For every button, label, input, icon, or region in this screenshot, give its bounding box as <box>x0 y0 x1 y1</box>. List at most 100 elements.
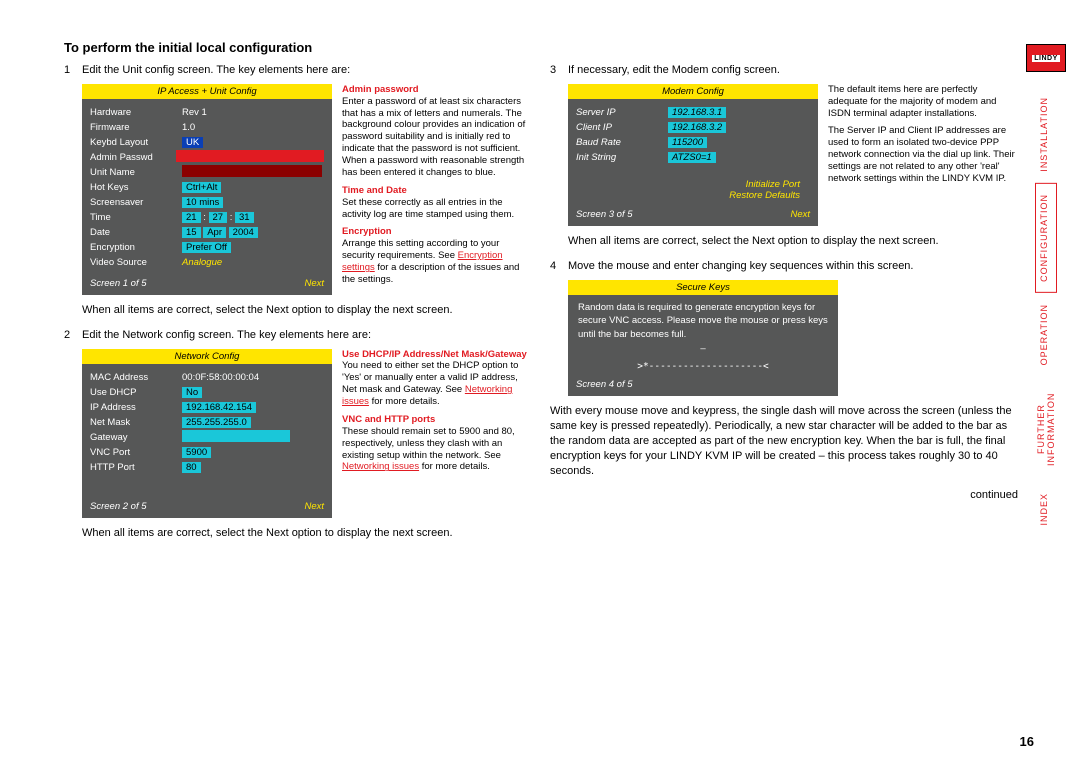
ip-label: IP Address <box>90 402 182 413</box>
unit-footer-left: Screen 1 of 5 <box>90 278 147 289</box>
baud-rate-label: Baud Rate <box>576 137 668 148</box>
mask-label: Net Mask <box>90 417 182 428</box>
step-3-after: When all items are correct, select the N… <box>568 234 1018 249</box>
tab-operation[interactable]: OPERATION <box>1035 293 1057 376</box>
gateway-label: Gateway <box>90 432 182 443</box>
step-number: 4 <box>550 259 568 274</box>
screensaver-value[interactable]: 10 mins <box>182 197 223 208</box>
unit-config-screen: IP Access + Unit Config HardwareRev 1 Fi… <box>82 84 332 295</box>
step-2-text: Edit the Network config screen. The key … <box>82 328 532 343</box>
tab-installation[interactable]: INSTALLATION <box>1035 86 1057 183</box>
page-title: To perform the initial local configurati… <box>64 40 1030 55</box>
lindy-logo: LINDY <box>1026 44 1066 72</box>
ip-value[interactable]: 192.168.42.154 <box>182 402 256 413</box>
baud-rate-value[interactable]: 115200 <box>668 137 707 148</box>
time-min[interactable]: 27 <box>209 212 228 223</box>
time-sec[interactable]: 31 <box>235 212 254 223</box>
admin-password-heading: Admin password <box>342 84 532 96</box>
restore-defaults-option[interactable]: Restore Defaults <box>576 190 810 201</box>
init-string-label: Init String <box>576 152 668 163</box>
hotkeys-label: Hot Keys <box>90 182 182 193</box>
date-day[interactable]: 15 <box>182 227 201 238</box>
secure-footer-left: Screen 4 of 5 <box>576 379 633 390</box>
date-year[interactable]: 2004 <box>229 227 258 238</box>
modem-note-1: The default items here are perfectly ade… <box>828 84 1018 120</box>
vnc-port-label: VNC Port <box>90 447 182 458</box>
unit-screen-title: IP Access + Unit Config <box>82 84 332 99</box>
client-ip-label: Client IP <box>576 122 668 133</box>
continued-label: continued <box>550 489 1018 501</box>
modem-footer-left: Screen 3 of 5 <box>576 209 633 220</box>
mask-value[interactable]: 255.255.255.0 <box>182 417 251 428</box>
hardware-label: Hardware <box>90 107 182 118</box>
step-number: 1 <box>64 63 82 78</box>
step-4-after: With every mouse move and keypress, the … <box>550 404 1018 478</box>
http-port-value[interactable]: 80 <box>182 462 201 473</box>
secure-progress-bar: >*--------------------< <box>578 360 828 374</box>
time-date-text: Set these correctly as all entries in th… <box>342 197 532 221</box>
modem-config-screen: Modem Config Server IP192.168.3.1 Client… <box>568 84 818 226</box>
secure-keys-screen: Secure Keys Random data is required to g… <box>568 280 838 397</box>
dhcp-text: You need to either set the DHCP option t… <box>342 360 532 408</box>
encryption-heading: Encryption <box>342 226 532 238</box>
firmware-value: 1.0 <box>182 122 195 133</box>
net-next-button[interactable]: Next <box>304 501 324 512</box>
admin-password-text: Enter a password of at least six charact… <box>342 96 532 179</box>
side-nav: LINDY INSTALLATION CONFIGURATION OPERATI… <box>1026 44 1066 536</box>
keybd-label: Keybd Layout <box>90 137 182 148</box>
step-4-text: Move the mouse and enter changing key se… <box>568 259 1018 274</box>
gateway-field[interactable] <box>182 430 290 442</box>
time-label: Time <box>90 212 182 223</box>
modem-screen-title: Modem Config <box>568 84 818 99</box>
step-number: 3 <box>550 63 568 78</box>
step-3-text: If necessary, edit the Modem config scre… <box>568 63 1018 78</box>
time-hour[interactable]: 21 <box>182 212 201 223</box>
ports-heading: VNC and HTTP ports <box>342 414 532 426</box>
tab-further-information[interactable]: FURTHER INFORMATION <box>1035 376 1057 482</box>
firmware-label: Firmware <box>90 122 182 133</box>
step-1: 1 Edit the Unit config screen. The key e… <box>64 63 532 78</box>
hardware-value: Rev 1 <box>182 107 207 118</box>
server-ip-value[interactable]: 192.168.3.1 <box>668 107 726 118</box>
dhcp-label: Use DHCP <box>90 387 182 398</box>
unit-name-field[interactable] <box>182 165 322 177</box>
init-string-value[interactable]: ATZS0=1 <box>668 152 716 163</box>
mac-label: MAC Address <box>90 372 182 383</box>
net-footer-left: Screen 2 of 5 <box>90 501 147 512</box>
unit-next-button[interactable]: Next <box>304 278 324 289</box>
tab-index[interactable]: INDEX <box>1035 482 1057 537</box>
step-1-text: Edit the Unit config screen. The key ele… <box>82 63 532 78</box>
admin-passwd-field[interactable] <box>176 150 324 162</box>
net-screen-title: Network Config <box>82 349 332 364</box>
step-number: 2 <box>64 328 82 343</box>
page-number: 16 <box>1020 734 1034 749</box>
step-3: 3 If necessary, edit the Modem config sc… <box>550 63 1018 78</box>
keybd-value[interactable]: UK <box>182 137 203 148</box>
server-ip-label: Server IP <box>576 107 668 118</box>
encryption-text: Arrange this setting according to your s… <box>342 238 532 286</box>
step-4: 4 Move the mouse and enter changing key … <box>550 259 1018 274</box>
brand-text: LINDY <box>1032 55 1060 62</box>
initialize-port-option[interactable]: Initialize Port <box>576 179 810 190</box>
vnc-port-value[interactable]: 5900 <box>182 447 211 458</box>
tab-configuration[interactable]: CONFIGURATION <box>1035 183 1057 293</box>
right-column: 3 If necessary, edit the Modem config sc… <box>550 63 1018 550</box>
ports-text: These should remain set to 5900 and 80, … <box>342 426 532 474</box>
http-port-label: HTTP Port <box>90 462 182 473</box>
secure-screen-title: Secure Keys <box>568 280 838 295</box>
mac-value: 00:0F:58:00:00:04 <box>182 372 259 383</box>
hotkeys-value[interactable]: Ctrl+Alt <box>182 182 221 193</box>
video-source-label: Video Source <box>90 257 182 268</box>
admin-passwd-label: Admin Passwd <box>90 152 176 163</box>
date-month[interactable]: Apr <box>203 227 226 238</box>
modem-next-button[interactable]: Next <box>790 209 810 220</box>
dhcp-value[interactable]: No <box>182 387 202 398</box>
modem-side-notes: The default items here are perfectly ade… <box>828 84 1018 226</box>
encryption-value[interactable]: Prefer Off <box>182 242 231 253</box>
networking-issues-link-2[interactable]: Networking issues <box>342 461 419 472</box>
secure-dash: – <box>578 342 828 356</box>
client-ip-value[interactable]: 192.168.3.2 <box>668 122 726 133</box>
unit-side-notes: Admin password Enter a password of at le… <box>342 84 532 295</box>
dhcp-heading: Use DHCP/IP Address/Net Mask/Gateway <box>342 349 532 361</box>
time-date-heading: Time and Date <box>342 185 532 197</box>
